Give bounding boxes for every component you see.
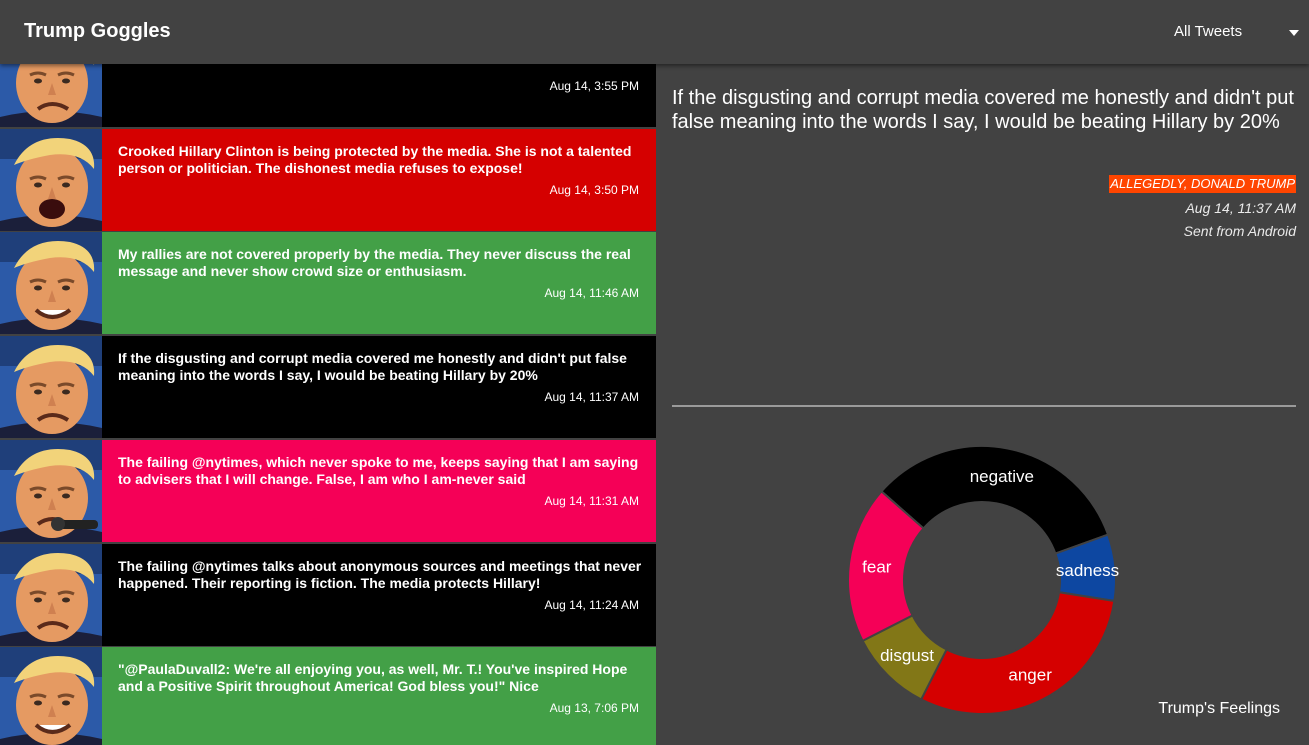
- tweet-photo: [0, 129, 102, 231]
- donut-label-fear: fear: [862, 558, 892, 577]
- app-bar: Trump Goggles All Tweets: [0, 0, 1309, 64]
- tweet-timestamp: Aug 14, 3:55 PM: [549, 79, 639, 93]
- tweet-text: Crooked Hillary Clinton is being protect…: [118, 143, 632, 176]
- author-badge: ALLEGEDLY, DONALD TRUMP: [1109, 175, 1296, 193]
- tweet-text: If the disgusting and corrupt media cove…: [118, 350, 627, 383]
- chart-title: Trump's Feelings: [1158, 700, 1280, 717]
- tweet-row[interactable]: My rallies are not covered properly by t…: [0, 232, 656, 334]
- tweet-content: The failing @nytimes, which never spoke …: [102, 440, 656, 542]
- tweet-text: "@PaulaDuvall2: We're all enjoying you, …: [118, 661, 628, 694]
- tweet-timestamp: Aug 14, 11:31 AM: [544, 494, 639, 508]
- donut-label-disgust: disgust: [880, 646, 934, 665]
- tweet-photo: [0, 440, 102, 542]
- tweet-content: My rallies are not covered properly by t…: [102, 232, 656, 334]
- tweet-content: "@PaulaDuvall2: We're all enjoying you, …: [102, 647, 656, 745]
- tweet-photo: [0, 232, 102, 334]
- tweet-filter-dropdown[interactable]: All Tweets: [1174, 22, 1299, 44]
- tweet-meta: ALLEGEDLY, DONALD TRUMP Aug 14, 11:37 AM…: [1109, 175, 1296, 239]
- donut-label-sadness: sadness: [1056, 561, 1119, 580]
- tweet-content: Crooked Hillary Clinton is being protect…: [102, 129, 656, 231]
- tweet-photo: [0, 336, 102, 438]
- tweet-row[interactable]: The failing @nytimes, which never spoke …: [0, 440, 656, 542]
- tweet-text: The failing @nytimes, which never spoke …: [118, 454, 639, 487]
- tweet-row[interactable]: "@PaulaDuvall2: We're all enjoying you, …: [0, 647, 656, 745]
- tweet-content: If the disgusting and corrupt media cove…: [102, 336, 656, 438]
- tweet-text: My rallies are not covered properly by t…: [118, 246, 631, 279]
- tweet-timestamp: Aug 14, 3:50 PM: [549, 183, 639, 197]
- app-title: Trump Goggles: [24, 20, 171, 42]
- tweet-content: Aug 14, 3:55 PM: [102, 64, 656, 127]
- tweet-row[interactable]: Crooked Hillary Clinton is being protect…: [0, 129, 656, 231]
- tweet-row[interactable]: The failing @nytimes talks about anonymo…: [0, 544, 656, 646]
- tweet-timestamp: Aug 13, 7:06 PM: [549, 701, 639, 715]
- dropdown-arrow-icon: [1289, 30, 1299, 36]
- tweet-photo: [0, 64, 102, 127]
- donut-label-anger: anger: [1008, 665, 1052, 684]
- donut-label-negative: negative: [970, 467, 1034, 486]
- tweet-timestamp: Aug 14, 11:37 AM: [544, 390, 639, 404]
- tweet-list[interactable]: Aug 14, 3:55 PM Crooked Hillary Clinton i…: [0, 64, 656, 745]
- tweet-content: The failing @nytimes talks about anonymo…: [102, 544, 656, 646]
- donut-slice-anger: [919, 591, 1116, 715]
- tweet-text: The failing @nytimes talks about anonymo…: [118, 558, 642, 591]
- tweet-photo: [0, 647, 102, 745]
- tweet-filter-label: All Tweets: [1174, 23, 1243, 40]
- feelings-donut-chart: negative sadness anger disgust fear: [847, 445, 1119, 715]
- divider: [672, 405, 1296, 407]
- tweet-source: Sent from Android: [1183, 223, 1296, 239]
- tweet-timestamp: Aug 14, 11:46 AM: [544, 286, 639, 300]
- tweet-row[interactable]: If the disgusting and corrupt media cove…: [0, 336, 656, 438]
- tweet-row[interactable]: Aug 14, 3:55 PM: [0, 64, 656, 127]
- selected-tweet-text: If the disgusting and corrupt media cove…: [672, 87, 1294, 133]
- tweet-timestamp: Aug 14, 11:24 AM: [544, 598, 639, 612]
- tweet-photo: [0, 544, 102, 646]
- tweet-detail-panel: If the disgusting and corrupt media cove…: [656, 64, 1309, 745]
- tweet-timestamp: Aug 14, 11:37 AM: [1185, 200, 1296, 216]
